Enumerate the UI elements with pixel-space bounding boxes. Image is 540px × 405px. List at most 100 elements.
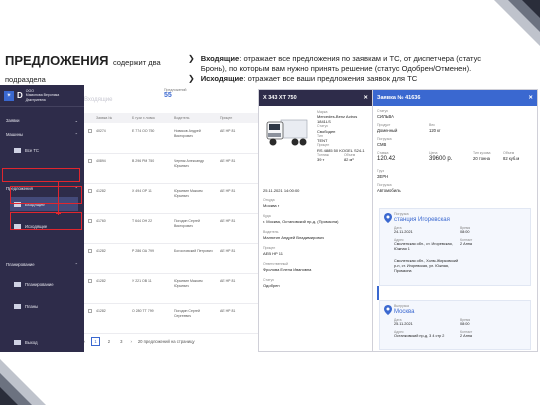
vehicle-to: Куда г. Москва, Остаповский пр-д, (Промз… <box>263 214 338 224</box>
table-cell-driver: Погодин Сергей Викторович <box>174 219 200 228</box>
field-label: Контакт <box>460 330 473 334</box>
close-icon[interactable]: ✕ <box>528 95 533 106</box>
stop-card-unloading: Выгрузка Москва Дата 25.11.2021 Время 08:0… <box>379 300 531 350</box>
highlight-arrowhead <box>56 213 61 215</box>
highlight-incoming <box>10 186 82 204</box>
field-label: Ставка <box>377 151 389 155</box>
highlight-connector <box>58 182 60 215</box>
sidebar-item-all-vehicles[interactable]: Все ТС <box>10 143 78 157</box>
field-value: Останковский пр-д, 3 4 стр 2 <box>394 334 445 339</box>
table-cell-driver: Новиков Андрей Викторович <box>174 129 201 138</box>
request-product: Продукт Доменный <box>377 123 397 133</box>
corner-decoration-top <box>494 0 540 46</box>
table-row[interactable]: 41282 Р 286 ОА 799 Богословский Петрович АЕ… <box>84 245 262 274</box>
bullet-text: : отражает все предложения по заявкам и … <box>200 54 482 73</box>
field-value: 08:00 <box>460 322 470 327</box>
table-row[interactable]: 40274 Е 774 ОО 750 Новиков Андрей Викторов… <box>84 125 262 154</box>
org-person: Мамонова Вероника Дмитриевна <box>25 93 60 102</box>
vehicle-plate: Х 343 ХТ 750 <box>263 95 297 101</box>
vehicle-card-header: Х 343 ХТ 750 ✕ <box>259 90 372 106</box>
vehicle-date: 25.11.2021 14:00:00 <box>263 188 299 193</box>
sidebar-section-orders[interactable]: Заявки ⌄ <box>0 113 84 127</box>
field-value: СМВ <box>377 141 387 147</box>
request-rate: Ставка 120.42 <box>377 151 395 163</box>
sidebar-item-logout[interactable]: Выход <box>10 335 78 349</box>
sidebar-section-planning[interactable]: Планирование ⌃ <box>0 257 84 271</box>
row-checkbox[interactable] <box>88 279 92 283</box>
per-page-select[interactable]: 20 предложений на страницу <box>138 339 195 344</box>
sidebar-section-label: Заявки <box>6 117 20 123</box>
table-cell-driver: Черняк Александр Юрьевич <box>174 159 205 168</box>
table-cell-id: 40274 <box>96 129 106 133</box>
close-icon[interactable]: ✕ <box>363 95 368 106</box>
column-header[interactable]: Заявка № <box>96 116 112 120</box>
stop-time: Время 08:00 <box>460 318 470 327</box>
field-value: 25.11.2021 <box>394 322 413 327</box>
page-button[interactable]: 3 <box>118 338 124 345</box>
column-header[interactable]: Водитель <box>174 116 189 120</box>
stop-card-loading: Погрузка станция Игоревская Дата 24.11.20… <box>379 208 531 286</box>
field-label: Адрес <box>394 330 404 334</box>
truck-image <box>266 119 308 146</box>
prev-page-icon[interactable]: ‹ <box>84 339 85 344</box>
field-label: Откуда <box>263 198 275 202</box>
table-row[interactable]: 41282 О 280 ТТ 799 Погодин Сергей Сергееви… <box>84 305 262 334</box>
field-value: 08:00 <box>460 230 470 235</box>
brand: ✴ D ООО Мамонова Вероника Дмитриевна <box>0 85 84 107</box>
row-checkbox[interactable] <box>88 309 92 313</box>
row-checkbox[interactable] <box>88 129 92 133</box>
field-label: Погрузка <box>377 137 392 141</box>
sidebar-section-vehicles[interactable]: Машины ⌃ <box>0 127 84 141</box>
field-label: Дата <box>394 226 402 230</box>
request-status: Статус СИЛЬВА <box>377 109 394 119</box>
table-cell-plate: О 280 ТТ 799 <box>132 309 154 313</box>
table-row[interactable]: 41282 У 221 ОВ 11 Юрьевин Максим Юрьевич АЕ… <box>84 275 262 304</box>
row-checkbox[interactable] <box>88 219 92 223</box>
field-label: Тоннаж <box>317 152 329 157</box>
request-body-type: Тип кузова 20 тонна <box>473 151 490 161</box>
chevron-down-icon: ⌄ <box>74 117 78 123</box>
slide-heading: ПРЕДЛОЖЕНИЯ содержит два подраздела <box>5 53 180 87</box>
page-button[interactable]: 2 <box>106 338 112 345</box>
table-cell-plate: Е 774 ОО 750 <box>132 129 155 133</box>
table-cell-trailer: АЕ НР 81 <box>220 309 236 313</box>
table-cell-plate: У 221 ОВ 11 <box>132 279 152 283</box>
table-cell-driver: Юрьевин Максим Юрьевич <box>174 279 203 288</box>
vehicle-from: Откуда Москва г <box>263 198 279 208</box>
truck-icon <box>14 147 21 153</box>
field-value: 2 Анна <box>460 334 473 339</box>
request-weight: Вес 120 кг <box>429 123 441 133</box>
table-cell-trailer: АЕ НР 81 <box>220 189 236 193</box>
table-row[interactable]: 41282 Х 494 ОР 11 Юрьевин Максим Юрьевич АЕ… <box>84 185 262 214</box>
vehicle-info: Марка Mercedes-Benz Actros 1841LS Статус… <box>317 110 372 162</box>
table-cell-plate: В 296 РМ 750 <box>132 159 155 163</box>
table-cell-driver: Юрьевин Максим Юрьевич <box>174 189 203 198</box>
column-header[interactable]: Б гузи х ловок <box>132 116 155 120</box>
page-button[interactable]: 1 <box>91 337 100 346</box>
sidebar-item-planning[interactable]: Планирование <box>10 277 78 291</box>
row-checkbox[interactable] <box>88 249 92 253</box>
vehicle-driver: Водитель Малютин Андрей Владимирович <box>263 230 324 240</box>
table-cell-id: 41760 <box>96 219 106 223</box>
field-value: 120.42 <box>377 155 396 162</box>
bullet-text: : отражает все ваши предложения заявок д… <box>243 73 418 83</box>
sidebar-item-plans[interactable]: Планы <box>10 299 78 313</box>
stop-kind: Выгрузка <box>394 304 409 308</box>
next-page-icon[interactable]: › <box>130 339 131 344</box>
stop-contact: Контакт 2 Анна <box>460 330 472 339</box>
column-header[interactable]: Прицеп <box>220 116 232 120</box>
field-value: Смоленская обл., Холм-Жирковский р-н, ст… <box>394 259 459 273</box>
to-value: г. Москва, Остаповский пр-д, (Промзона) <box>263 218 339 224</box>
table-row[interactable]: 40894 В 296 РМ 750 Черняк Александр Юрьеви… <box>84 155 262 184</box>
field-label: Тип кузова <box>473 151 491 155</box>
field-value: Автомобиль <box>377 187 401 193</box>
row-checkbox[interactable] <box>88 189 92 193</box>
table-cell-trailer: АЕ НР 81 <box>220 129 236 133</box>
stop-address: Адрес Останковский пр-д, 3 4 стр 2 <box>394 330 456 339</box>
sidebar-section-label: Планирование <box>6 261 35 267</box>
table-row[interactable]: 41760 Т 644 ОН 22 Погодин Сергей Викторови… <box>84 215 262 244</box>
vehicle-model: Mercedes-Benz Actros 1841LS <box>317 114 358 125</box>
table-cell-trailer: АЕ НР 81 <box>220 279 236 283</box>
load-field: Тоннаж 39 т <box>317 153 329 162</box>
row-checkbox[interactable] <box>88 159 92 163</box>
